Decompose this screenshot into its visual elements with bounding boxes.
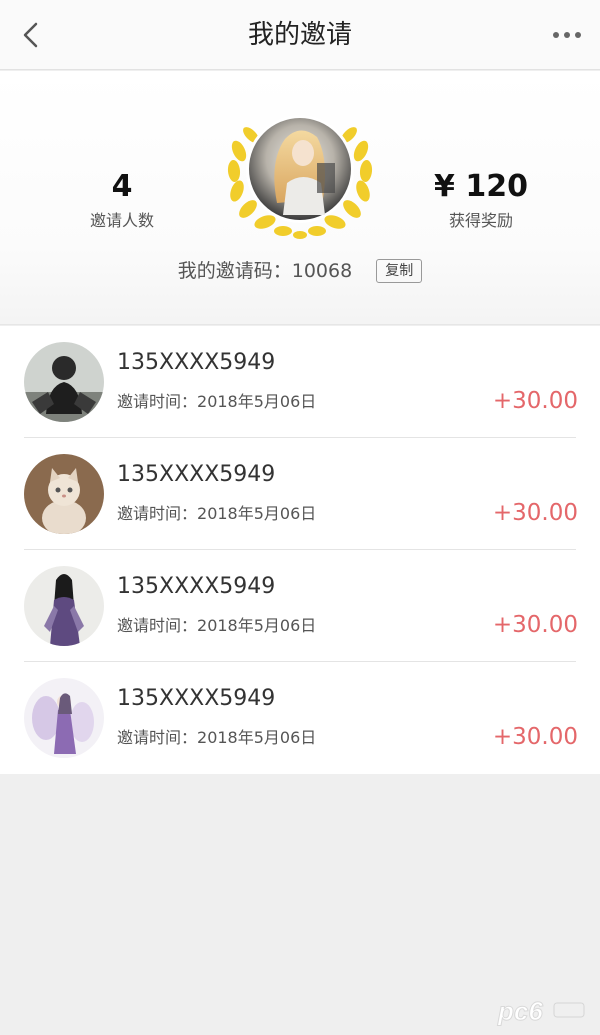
page-title: 我的邀请 — [247, 20, 352, 50]
invite-count-stat: 4 邀请人数 — [42, 169, 202, 233]
invite-count-value: 4 — [111, 169, 133, 204]
invitee-phone: 135XXXX5949 — [117, 686, 276, 711]
invite-time-label: 邀请时间： — [117, 728, 198, 747]
invite-time-label: 邀请时间： — [117, 504, 198, 523]
invite-time: 邀请时间：2018年5月06日 — [117, 614, 316, 638]
reward-total-value: ¥ 120 — [434, 169, 528, 204]
costume-woman-avatar — [24, 566, 104, 646]
reward-stat: ¥ 120 获得奖励 — [401, 169, 561, 233]
invite-list-item[interactable]: 135XXXX5949 邀请时间：2018年5月06日 +30.00 — [0, 550, 600, 662]
user-avatar-badge — [225, 111, 375, 241]
nav-bar: 我的邀请 — [0, 0, 600, 70]
copy-code-button[interactable]: 复制 — [376, 259, 423, 283]
invite-time: 邀请时间：2018年5月06日 — [117, 502, 316, 526]
invite-list: 135XXXX5949 邀请时间：2018年5月06日 +30.00 135XX… — [0, 326, 600, 774]
invite-list-item[interactable]: 135XXXX5949 邀请时间：2018年5月06日 +30.00 — [0, 438, 600, 550]
more-dots-icon — [553, 32, 581, 38]
invite-time: 邀请时间：2018年5月06日 — [117, 390, 316, 414]
invite-summary: 4 邀请人数 ¥ 120 获得奖励 我的邀请码：10068 复制 — [0, 71, 600, 325]
invite-count-label: 邀请人数 — [89, 211, 154, 230]
page: 我的邀请 4 邀请人数 ¥ 120 获得奖励 我的邀请码：10068 复制 13… — [0, 0, 600, 1035]
svg-text:pc6: pc6 — [497, 996, 543, 1026]
avatar — [24, 454, 104, 534]
invite-date: 2018年5月06日 — [197, 392, 317, 411]
reward-amount: +30.00 — [492, 500, 578, 526]
invite-time-label: 邀请时间： — [117, 392, 198, 411]
invitee-phone: 135XXXX5949 — [117, 350, 276, 375]
reward-amount: +30.00 — [492, 724, 578, 750]
masked-figure-avatar — [24, 342, 104, 422]
invite-list-item[interactable]: 135XXXX5949 邀请时间：2018年5月06日 +30.00 — [0, 662, 600, 774]
avatar — [24, 678, 104, 758]
invitee-phone: 135XXXX5949 — [117, 462, 276, 487]
pc6-logo: pc6 — [497, 996, 585, 1027]
invite-code-value: 10068 — [291, 260, 353, 282]
invite-time-label: 邀请时间： — [117, 616, 198, 635]
reward-total-label: 获得奖励 — [448, 211, 513, 230]
invite-list-item[interactable]: 135XXXX5949 邀请时间：2018年5月06日 +30.00 — [0, 326, 600, 438]
watermark-logo: pc6 — [496, 995, 588, 1027]
reward-amount: +30.00 — [492, 612, 578, 638]
invite-code-row: 我的邀请码：10068 复制 — [0, 257, 600, 285]
avatar — [24, 342, 104, 422]
invite-date: 2018年5月06日 — [197, 504, 317, 523]
more-button[interactable] — [552, 26, 582, 44]
avatar — [24, 566, 104, 646]
invite-date: 2018年5月06日 — [197, 728, 317, 747]
invite-date: 2018年5月06日 — [197, 616, 317, 635]
invite-time: 邀请时间：2018年5月06日 — [117, 726, 316, 750]
laurel-wreath-avatar — [227, 115, 373, 239]
kitten-avatar — [24, 454, 104, 534]
invite-code-label: 我的邀请码： — [177, 260, 292, 282]
invitee-phone: 135XXXX5949 — [117, 574, 276, 599]
reward-amount: +30.00 — [492, 388, 578, 414]
purple-fairy-avatar — [24, 678, 104, 758]
